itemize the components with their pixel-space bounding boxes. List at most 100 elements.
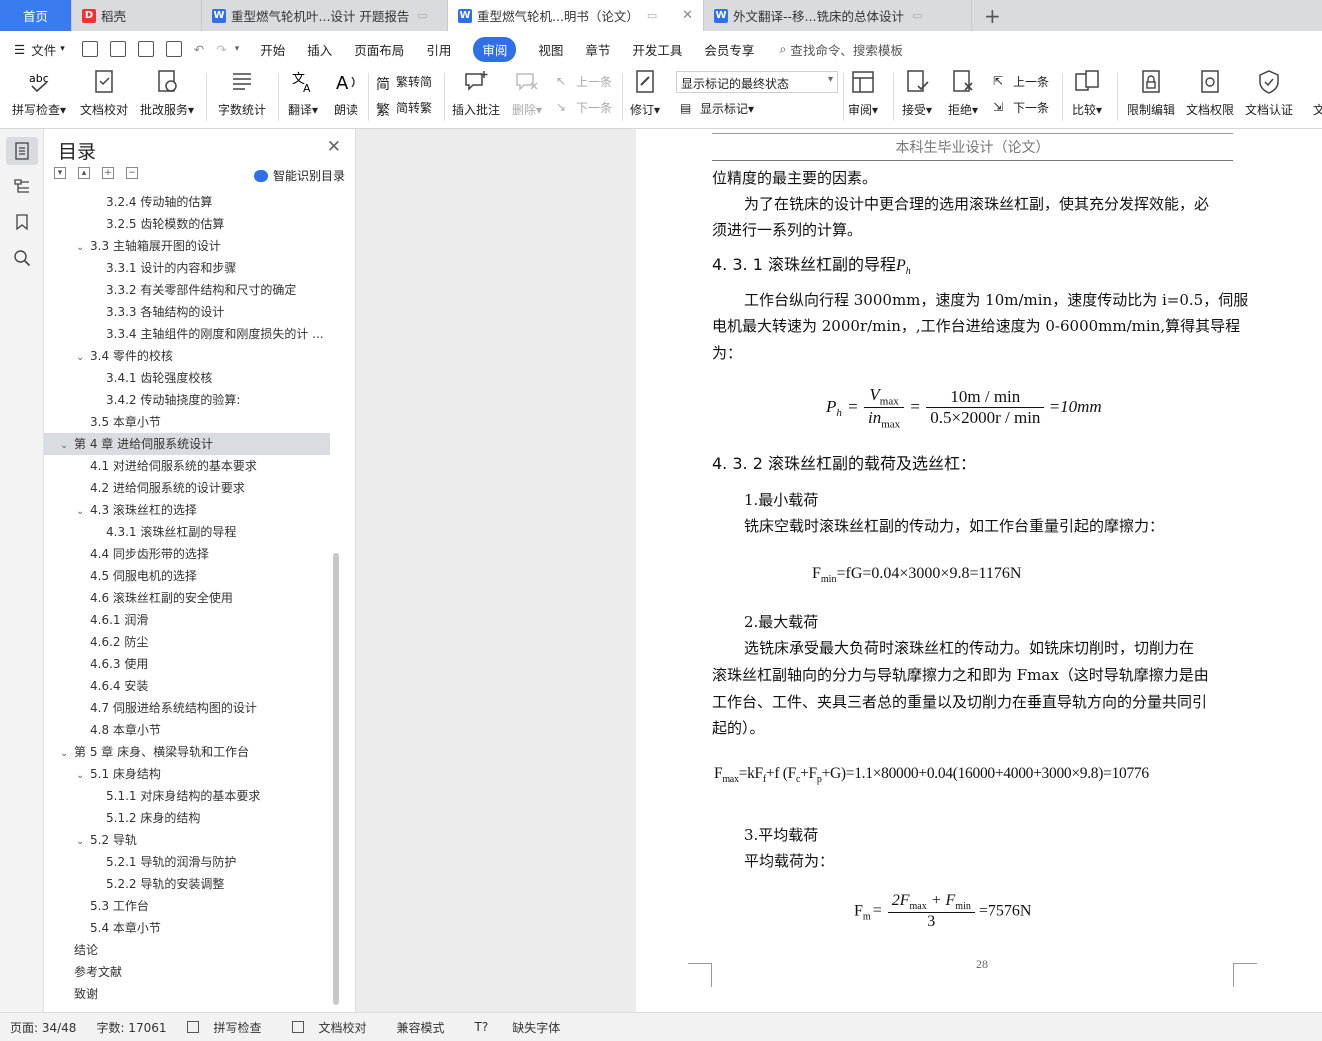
prev-comment-button[interactable]: ↖ 上一条 <box>556 73 612 90</box>
menu-item[interactable]: 章节 <box>574 31 621 67</box>
menu-item[interactable]: 会员专享 <box>693 31 765 67</box>
toc-item[interactable]: 4.7 伺服进给系统结构图的设计 <box>44 697 356 719</box>
save-icon[interactable] <box>81 41 98 57</box>
correct-service-button[interactable]: 批改服务▾ <box>140 69 194 118</box>
doc-cert-button[interactable]: 文档认证 <box>1245 69 1293 118</box>
compat-mode[interactable]: 兼容模式 <box>387 1019 455 1036</box>
toc-item[interactable]: 3.3.2 有关零部件结构和尺寸的确定 <box>44 279 356 301</box>
print-icon[interactable] <box>137 41 154 57</box>
toc-item[interactable]: ⌄ 第 5 章 床身、横梁导轨和工作台 <box>44 741 356 763</box>
window-icon[interactable]: ▭ <box>639 9 657 22</box>
toc-item[interactable]: 4.8 本章小节 <box>44 719 356 741</box>
print-preview-icon[interactable] <box>165 41 182 57</box>
doc-rights-button[interactable]: 文档权限 <box>1186 69 1234 118</box>
close-icon[interactable]: ✕ <box>674 8 693 23</box>
toc-item[interactable]: ⌄ 第 4 章 进给伺服系统设计 <box>44 433 330 455</box>
bookmark-icon[interactable] <box>13 213 31 231</box>
toc-item[interactable]: 3.3.4 主轴组件的刚度和刚度损失的计 ... <box>44 323 356 345</box>
collapse-all-icon[interactable]: ▴ <box>78 167 90 179</box>
toc-item[interactable]: 5.4 本章小节 <box>44 917 356 939</box>
toc-icon[interactable] <box>13 142 31 160</box>
window-icon[interactable]: ▭ <box>409 9 427 22</box>
toc-item[interactable]: 参考文献 <box>44 961 356 983</box>
toc-scrollbar[interactable] <box>333 553 339 1005</box>
status-doc-check[interactable]: 文档校对 <box>282 1019 387 1036</box>
export-icon[interactable] <box>109 41 126 57</box>
show-markup-button[interactable]: ▤ 显示标记 ▾ <box>680 100 754 117</box>
next-change-button[interactable]: ⇲ 下一条 <box>993 99 1049 116</box>
toc-item[interactable]: 3.3.1 设计的内容和步骤 <box>44 257 356 279</box>
tab-0[interactable]: 首页 <box>0 0 72 31</box>
chevron-down-icon[interactable]: ⌄ <box>76 347 90 367</box>
chevron-down-icon[interactable]: ⌄ <box>76 237 90 257</box>
chevron-down-icon[interactable]: ⌄ <box>76 831 90 851</box>
toc-item[interactable]: 4.4 同步齿形带的选择 <box>44 543 356 565</box>
window-icon[interactable]: ▭ <box>904 9 922 22</box>
toc-item[interactable]: 5.1.2 床身的结构 <box>44 807 356 829</box>
doc-check-button[interactable]: 文档校对 <box>80 69 128 118</box>
toc-item[interactable]: 4.6.2 防尘 <box>44 631 356 653</box>
toc-item[interactable]: 4.3.1 滚珠丝杠副的导程 <box>44 521 356 543</box>
chevron-down-icon[interactable]: ⌄ <box>60 435 74 455</box>
toc-item[interactable]: 3.3.3 各轴结构的设计 <box>44 301 356 323</box>
accept-button[interactable]: 接受▾ <box>902 69 932 118</box>
page-indicator[interactable]: 页面: 34/48 <box>0 1019 86 1036</box>
toc-item[interactable]: 结论 <box>44 939 356 961</box>
toc-item[interactable]: 3.2.4 传动轴的估算 <box>44 191 356 213</box>
next-comment-button[interactable]: ↘ 下一条 <box>556 99 612 116</box>
prev-change-button[interactable]: ⇱ 上一条 <box>993 73 1049 90</box>
search-icon[interactable] <box>13 249 31 267</box>
toc-item[interactable]: 4.6.3 使用 <box>44 653 356 675</box>
smart-toc-button[interactable]: 智能识别目录 <box>253 167 345 184</box>
expand-all-icon[interactable]: ▾ <box>54 167 66 179</box>
menu-item[interactable]: 视图 <box>527 31 574 67</box>
toc-item[interactable]: 4.5 伺服电机的选择 <box>44 565 356 587</box>
tab-1[interactable]: D 稻壳 <box>72 0 202 31</box>
reject-button[interactable]: 拒绝▾ <box>948 69 978 118</box>
translate-button[interactable]: 文 A 翻译▾ <box>288 69 318 118</box>
compare-button[interactable]: 比较▾ <box>1072 69 1102 118</box>
toc-item[interactable]: 致谢 <box>44 983 356 1005</box>
toc-item[interactable]: ⌄ 4.3 滚珠丝杠的选择 <box>44 499 356 521</box>
chevron-down-icon[interactable]: ⌄ <box>76 765 90 785</box>
file-menu[interactable]: ☰ 文件 ▾ <box>0 31 76 67</box>
menu-item[interactable]: 页面布局 <box>343 31 415 67</box>
menu-item[interactable]: 引用 <box>415 31 462 67</box>
review-pane-button[interactable]: 审阅▾ <box>848 69 878 118</box>
add-heading-icon[interactable]: + <box>102 167 114 179</box>
status-spell-check[interactable]: 拼写检查 <box>177 1019 282 1036</box>
menu-item[interactable]: 插入 <box>296 31 343 67</box>
command-search[interactable]: ⌕ 查找命令、搜索模板 <box>765 40 903 59</box>
toc-item[interactable]: 4.6 滚珠丝杠副的安全使用 <box>44 587 356 609</box>
redo-icon[interactable]: ↷ <box>216 42 226 57</box>
toc-item[interactable]: 4.1 对进给伺服系统的基本要求 <box>44 455 356 477</box>
insert-comment-button[interactable]: 插入批注 <box>452 69 500 118</box>
doc-more-button[interactable]: 文 <box>1306 69 1322 118</box>
toc-item[interactable]: 5.2.2 导轨的安装调整 <box>44 873 356 895</box>
undo-icon[interactable]: ↶ <box>194 42 204 57</box>
tab-3[interactable]: W 重型燃气轮机...明书（论文） ▭ ✕ <box>448 0 704 31</box>
limit-edit-button[interactable]: 限制编辑 <box>1127 69 1175 118</box>
track-changes-button[interactable]: 修订▾ <box>630 69 660 118</box>
menu-item[interactable]: 审阅 <box>462 31 527 67</box>
menu-item[interactable]: 开始 <box>249 31 296 67</box>
outline-icon[interactable] <box>13 177 31 195</box>
toc-item[interactable]: 4.6.1 润滑 <box>44 609 356 631</box>
missing-font-indicator[interactable]: T? 缺失字体 <box>455 1019 581 1036</box>
toc-item[interactable]: 3.4.2 传动轴挠度的验算: <box>44 389 356 411</box>
read-aloud-button[interactable]: A 朗读 <box>333 69 359 118</box>
trad-to-simp-button[interactable]: 简繁转简 <box>376 73 432 93</box>
delete-comment-button[interactable]: 删除▾ <box>512 69 542 118</box>
tab-4[interactable]: W 外文翻译--移...铣床的总体设计 ▭ <box>704 0 972 31</box>
word-count-button[interactable]: 字数统计 <box>218 69 266 118</box>
toc-item[interactable]: 5.3 工作台 <box>44 895 356 917</box>
toc-item[interactable]: ⌄ 5.2 导轨 <box>44 829 356 851</box>
close-icon[interactable]: ✕ <box>327 137 341 157</box>
quick-access-more-icon[interactable]: ▾ <box>235 44 240 54</box>
remove-heading-icon[interactable]: − <box>126 167 138 179</box>
toc-item[interactable]: 3.5 本章小节 <box>44 411 356 433</box>
new-tab-icon[interactable]: + <box>972 0 1013 31</box>
toc-item[interactable]: ⌄ 5.1 床身结构 <box>44 763 356 785</box>
toc-item[interactable]: 4.2 进给伺服系统的设计要求 <box>44 477 356 499</box>
toc-item[interactable]: 4.6.4 安装 <box>44 675 356 697</box>
